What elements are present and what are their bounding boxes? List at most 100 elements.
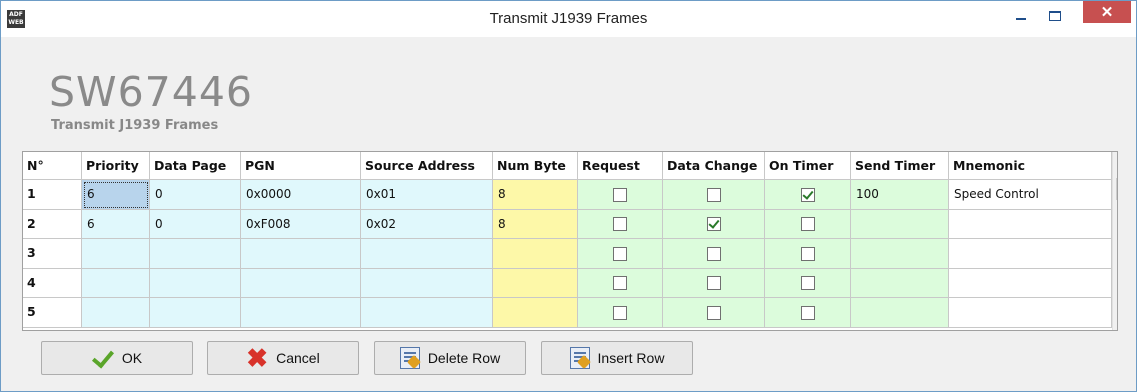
cross-icon: ✖ xyxy=(246,343,269,373)
cell-data-page-4[interactable] xyxy=(150,269,241,298)
cell-pgn-4[interactable] xyxy=(241,269,361,298)
column-header-data-change[interactable]: Data Change xyxy=(663,152,765,180)
request-checkbox[interactable] xyxy=(613,247,627,261)
column-header-pgn[interactable]: PGN xyxy=(241,152,361,180)
insert-row-button[interactable]: Insert Row xyxy=(541,341,693,375)
frames-grid[interactable]: ▲ ▼ N°PriorityData PagePGNSource Address… xyxy=(22,151,1118,331)
column-header-request[interactable]: Request xyxy=(578,152,663,180)
insert-row-label: Insert Row xyxy=(597,350,665,366)
maximize-button[interactable] xyxy=(1038,1,1072,31)
row-number-3: 3 xyxy=(23,239,82,269)
data-change-checkbox[interactable] xyxy=(707,217,721,231)
request-checkbox[interactable] xyxy=(613,306,627,320)
ok-button[interactable]: OK xyxy=(41,341,193,375)
cell-num-byte-5[interactable] xyxy=(493,298,578,328)
column-header-row-number[interactable]: N° xyxy=(23,152,82,180)
cell-source-address-2[interactable]: 0x02 xyxy=(361,210,493,239)
row-number-5: 5 xyxy=(23,298,82,328)
cell-on-timer-2[interactable] xyxy=(765,210,851,239)
column-header-on-timer[interactable]: On Timer xyxy=(765,152,851,180)
cell-data-page-3[interactable] xyxy=(150,239,241,269)
cancel-label: Cancel xyxy=(276,350,320,366)
cell-source-address-5[interactable] xyxy=(361,298,493,328)
row-number-1: 1 xyxy=(23,180,82,210)
cell-mnemonic-2[interactable] xyxy=(949,210,1112,239)
check-icon xyxy=(92,351,114,365)
cell-send-timer-5[interactable] xyxy=(851,298,949,328)
data-change-checkbox[interactable] xyxy=(707,276,721,290)
cell-num-byte-1[interactable]: 8 xyxy=(493,180,578,210)
cell-source-address-4[interactable] xyxy=(361,269,493,298)
cell-mnemonic-3[interactable] xyxy=(949,239,1112,269)
cell-data-page-5[interactable] xyxy=(150,298,241,328)
cell-pgn-5[interactable] xyxy=(241,298,361,328)
cell-send-timer-1[interactable]: 100 xyxy=(851,180,949,210)
scroll-down-icon[interactable]: ▼ xyxy=(1113,310,1117,330)
request-checkbox[interactable] xyxy=(613,276,627,290)
column-header-priority[interactable]: Priority xyxy=(82,152,150,180)
delete-row-button[interactable]: Delete Row xyxy=(374,341,526,375)
cell-send-timer-2[interactable] xyxy=(851,210,949,239)
cell-data-change-2[interactable] xyxy=(663,210,765,239)
cell-priority-1[interactable]: 6 xyxy=(82,180,150,210)
data-change-checkbox[interactable] xyxy=(707,188,721,202)
cell-num-byte-3[interactable] xyxy=(493,239,578,269)
cell-mnemonic-1[interactable]: Speed Control xyxy=(949,180,1112,210)
page-subtitle: Transmit J1939 Frames xyxy=(51,118,219,133)
cell-priority-5[interactable] xyxy=(82,298,150,328)
delete-row-icon xyxy=(399,347,420,369)
cell-pgn-2[interactable]: 0xF008 xyxy=(241,210,361,239)
title-bar[interactable]: ADF WEB Transmit J1939 Frames ✕ xyxy=(1,1,1136,37)
request-checkbox[interactable] xyxy=(613,188,627,202)
cell-send-timer-4[interactable] xyxy=(851,269,949,298)
minimize-button[interactable] xyxy=(1004,1,1038,31)
cell-source-address-1[interactable]: 0x01 xyxy=(361,180,493,210)
cell-mnemonic-5[interactable] xyxy=(949,298,1112,328)
column-header-source-address[interactable]: Source Address xyxy=(361,152,493,180)
cell-data-page-1[interactable]: 0 xyxy=(150,180,241,210)
column-header-num-byte[interactable]: Num Byte xyxy=(493,152,578,180)
cell-on-timer-4[interactable] xyxy=(765,269,851,298)
cell-request-3[interactable] xyxy=(578,239,663,269)
cancel-button[interactable]: ✖ Cancel xyxy=(207,341,359,375)
scroll-up-icon[interactable]: ▲ xyxy=(1113,153,1117,173)
on-timer-checkbox[interactable] xyxy=(801,247,815,261)
cell-send-timer-3[interactable] xyxy=(851,239,949,269)
cell-request-1[interactable] xyxy=(578,180,663,210)
request-checkbox[interactable] xyxy=(613,217,627,231)
close-button[interactable]: ✕ xyxy=(1083,1,1131,23)
on-timer-checkbox[interactable] xyxy=(801,306,815,320)
product-logo: SW67446 xyxy=(49,68,253,116)
column-header-data-page[interactable]: Data Page xyxy=(150,152,241,180)
column-header-mnemonic[interactable]: Mnemonic xyxy=(949,152,1112,180)
cell-data-change-4[interactable] xyxy=(663,269,765,298)
cell-priority-3[interactable] xyxy=(82,239,150,269)
vertical-scrollbar[interactable]: ▲ ▼ xyxy=(1112,152,1117,330)
cell-data-change-3[interactable] xyxy=(663,239,765,269)
on-timer-checkbox[interactable] xyxy=(801,217,815,231)
cell-pgn-1[interactable]: 0x0000 xyxy=(241,180,361,210)
cell-mnemonic-4[interactable] xyxy=(949,269,1112,298)
cell-request-4[interactable] xyxy=(578,269,663,298)
on-timer-checkbox[interactable] xyxy=(801,276,815,290)
cell-pgn-3[interactable] xyxy=(241,239,361,269)
data-change-checkbox[interactable] xyxy=(707,306,721,320)
scroll-thumb[interactable] xyxy=(1116,178,1117,200)
cell-data-page-2[interactable]: 0 xyxy=(150,210,241,239)
cell-data-change-1[interactable] xyxy=(663,180,765,210)
on-timer-checkbox[interactable] xyxy=(801,188,815,202)
data-change-checkbox[interactable] xyxy=(707,247,721,261)
cell-priority-4[interactable] xyxy=(82,269,150,298)
cell-on-timer-3[interactable] xyxy=(765,239,851,269)
maximize-icon xyxy=(1049,11,1061,21)
cell-priority-2[interactable]: 6 xyxy=(82,210,150,239)
cell-source-address-3[interactable] xyxy=(361,239,493,269)
cell-num-byte-4[interactable] xyxy=(493,269,578,298)
cell-data-change-5[interactable] xyxy=(663,298,765,328)
cell-on-timer-5[interactable] xyxy=(765,298,851,328)
cell-request-2[interactable] xyxy=(578,210,663,239)
cell-request-5[interactable] xyxy=(578,298,663,328)
column-header-send-timer[interactable]: Send Timer xyxy=(851,152,949,180)
cell-num-byte-2[interactable]: 8 xyxy=(493,210,578,239)
cell-on-timer-1[interactable] xyxy=(765,180,851,210)
